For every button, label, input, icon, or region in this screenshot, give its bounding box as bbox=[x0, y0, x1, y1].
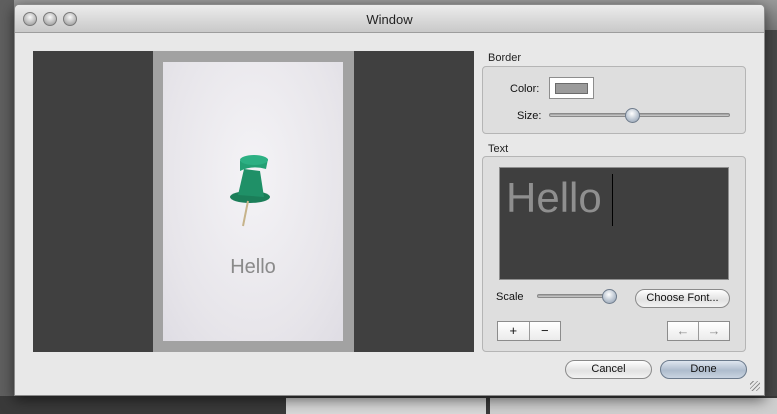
background-sheet bbox=[286, 398, 486, 414]
background-sheet-2 bbox=[490, 398, 777, 414]
border-color-well[interactable] bbox=[549, 77, 594, 99]
text-group-label: Text bbox=[488, 143, 509, 155]
border-group bbox=[482, 66, 746, 134]
title-bar[interactable]: Window bbox=[15, 5, 764, 33]
border-color-label: Color: bbox=[510, 83, 540, 95]
choose-font-button[interactable]: Choose Font... bbox=[635, 289, 730, 308]
window-title: Window bbox=[366, 12, 413, 27]
main-window: Window Hello Border Color: Size: Text He… bbox=[14, 4, 765, 396]
preview-frame: Hello bbox=[153, 51, 354, 352]
navigation-segmented-control: ← → bbox=[667, 321, 730, 341]
border-size-label: Size: bbox=[517, 110, 542, 122]
done-button[interactable]: Done bbox=[660, 360, 747, 379]
text-caret bbox=[612, 174, 613, 226]
pushpin-icon bbox=[230, 155, 270, 227]
preview-caption: Hello bbox=[230, 256, 276, 278]
preview-photo: Hello bbox=[163, 62, 343, 341]
next-button[interactable]: → bbox=[698, 322, 729, 340]
cancel-button[interactable]: Cancel bbox=[565, 360, 652, 379]
add-remove-segmented-control: + − bbox=[497, 321, 561, 341]
text-scale-slider-knob[interactable] bbox=[601, 289, 617, 304]
add-button[interactable]: + bbox=[498, 322, 529, 340]
previous-button[interactable]: ← bbox=[668, 322, 698, 340]
border-color-swatch bbox=[555, 83, 588, 94]
background-bottom-strip bbox=[0, 396, 777, 414]
background-left-edge bbox=[0, 0, 14, 414]
text-editor-content: Hello bbox=[506, 174, 602, 221]
background-right-edge bbox=[765, 30, 777, 414]
border-group-label: Border bbox=[488, 52, 522, 64]
text-editor[interactable]: Hello bbox=[499, 167, 729, 280]
border-size-slider-knob[interactable] bbox=[624, 108, 640, 123]
image-preview: Hello bbox=[33, 51, 474, 352]
resize-grip-icon[interactable] bbox=[750, 381, 760, 391]
text-scale-label: Scale bbox=[496, 291, 524, 303]
remove-button[interactable]: − bbox=[528, 322, 561, 340]
